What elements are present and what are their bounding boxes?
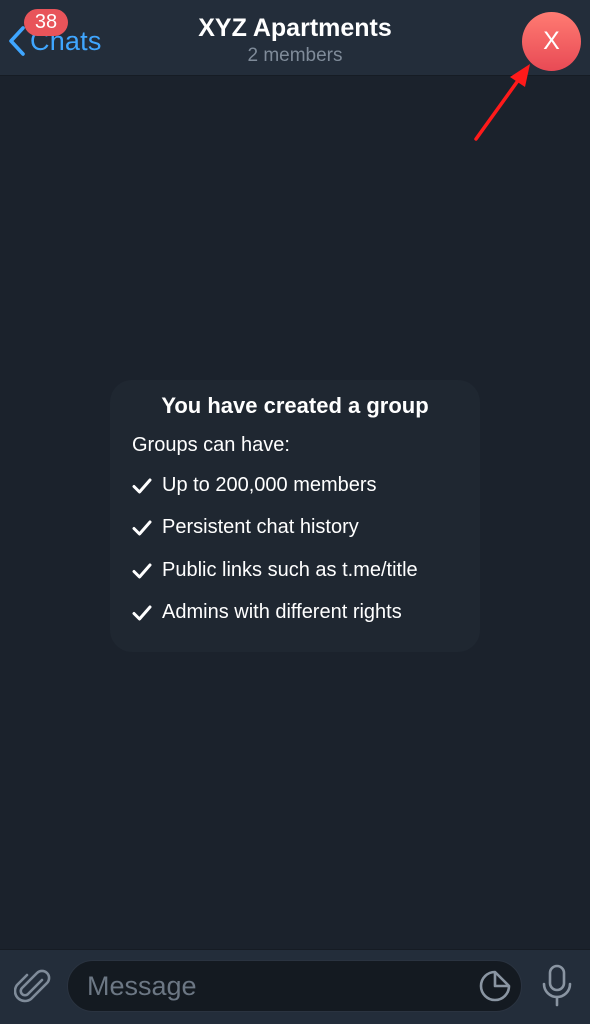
annotation-arrow-icon bbox=[474, 64, 530, 141]
chat-title[interactable]: XYZ Apartments bbox=[0, 14, 590, 43]
card-subtitle: Groups can have: bbox=[132, 434, 290, 456]
sticker-icon[interactable] bbox=[478, 969, 512, 1003]
card-title: You have created a group bbox=[161, 393, 429, 418]
group-created-card: You have created a group Groups can have… bbox=[110, 380, 480, 652]
feature-label: Persistent chat history bbox=[162, 516, 359, 538]
checkmark-icon bbox=[132, 563, 152, 578]
feature-item: Up to 200,000 members bbox=[132, 474, 377, 497]
checkmark-icon bbox=[132, 520, 152, 535]
feature-label: Admins with different rights bbox=[162, 601, 402, 623]
checkmark-icon bbox=[132, 478, 152, 493]
feature-label: Public links such as t.me/title bbox=[162, 559, 418, 581]
microphone-icon[interactable] bbox=[540, 964, 574, 1008]
checkmark-icon bbox=[132, 605, 152, 620]
feature-item: Public links such as t.me/title bbox=[132, 559, 418, 582]
paperclip-icon[interactable] bbox=[14, 967, 52, 1007]
feature-item: Admins with different rights bbox=[132, 601, 402, 624]
feature-label: Up to 200,000 members bbox=[162, 474, 377, 496]
message-composer bbox=[0, 949, 590, 1024]
feature-item: Persistent chat history bbox=[132, 516, 359, 539]
message-input[interactable] bbox=[67, 960, 522, 1012]
